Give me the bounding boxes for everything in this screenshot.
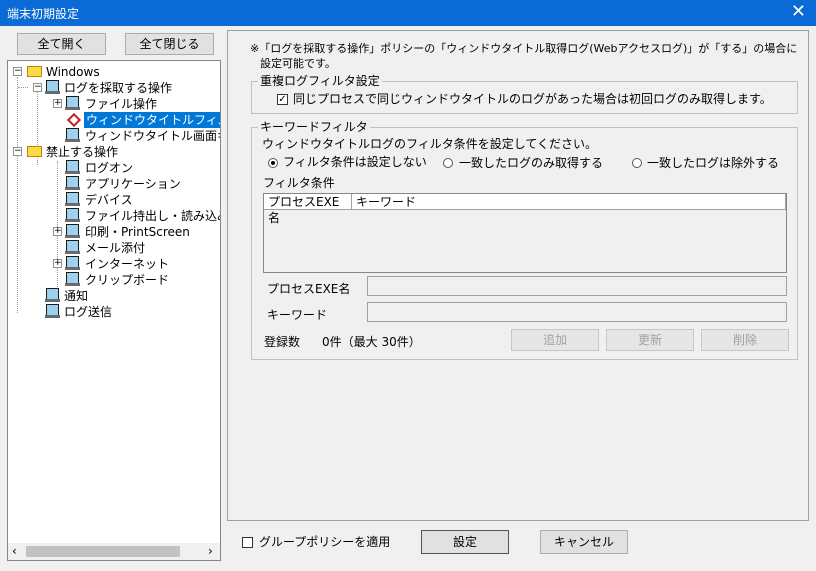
dup-filter-checkbox[interactable]: ✓ <box>277 94 288 105</box>
tree-horizontal-scrollbar[interactable]: ‹ › <box>8 543 220 560</box>
exe-name-label: プロセスEXE名 <box>267 282 351 296</box>
radio-match-only-label: 一致したログのみ取得する <box>459 156 604 170</box>
tree-item-log-ops[interactable]: ログを採取する操作 <box>64 80 172 96</box>
collapse-toggle-icon[interactable]: − <box>13 147 22 156</box>
exe-name-input[interactable] <box>367 276 787 296</box>
expand-toggle-icon[interactable]: + <box>53 259 62 268</box>
tree-line <box>17 77 18 313</box>
computer-icon <box>65 208 80 222</box>
expand-all-button[interactable]: 全て開く <box>17 33 106 55</box>
tree-item-notify[interactable]: 通知 <box>64 288 88 304</box>
tree-item-prohibited-ops[interactable]: 禁止する操作 <box>46 144 118 160</box>
close-icon[interactable]: ✕ <box>791 2 806 22</box>
group-policy-checkbox[interactable] <box>242 537 253 548</box>
computer-icon <box>65 192 80 206</box>
tree-item-print[interactable]: 印刷・PrintScreen <box>85 224 190 240</box>
scroll-left-icon[interactable]: ‹ <box>12 544 17 558</box>
collapse-toggle-icon[interactable]: − <box>13 67 22 76</box>
computer-icon <box>65 240 80 254</box>
tree-line <box>57 161 58 289</box>
tree-item-log-send[interactable]: ログ送信 <box>64 304 112 320</box>
computer-icon <box>45 304 60 318</box>
registered-count-label: 登録数 <box>264 335 301 349</box>
collapse-toggle-icon[interactable]: − <box>33 83 42 92</box>
dup-filter-group: 重複ログフィルタ設定 ✓ 同じプロセスで同じウィンドウタイトルのログがあった場合… <box>251 74 798 114</box>
computer-icon <box>45 288 60 302</box>
computer-icon <box>65 128 80 142</box>
keyword-filter-group: キーワードフィルタ ウィンドウタイトルログのフィルタ条件を設定してください。 フ… <box>251 120 798 360</box>
dup-filter-label: 同じプロセスで同じウィンドウタイトルのログがあった場合は初回ログのみ取得します。 <box>293 92 772 106</box>
tree-item-file-ops[interactable]: ファイル操作 <box>85 96 157 112</box>
tree-item-device[interactable]: デバイス <box>85 192 133 208</box>
dup-filter-group-title: 重複ログフィルタ設定 <box>258 74 382 88</box>
computer-icon <box>65 256 80 270</box>
expand-toggle-icon[interactable]: + <box>53 227 62 236</box>
folder-icon <box>27 66 42 77</box>
main-panel: ※「ログを採取する操作」ポリシーの「ウィンドウタイトル取得ログ(Webアクセスロ… <box>227 30 809 521</box>
computer-icon <box>65 160 80 174</box>
tree-item-window-title-screen[interactable]: ウィンドウタイトル画面キャ <box>85 128 220 144</box>
tree-item-application[interactable]: アプリケーション <box>85 176 181 192</box>
tree-item-clipboard[interactable]: クリップボード <box>85 272 169 288</box>
column-header-keyword[interactable]: キーワード <box>352 194 786 210</box>
filter-conditions-table[interactable]: プロセスEXE名 キーワード <box>263 193 787 273</box>
keyword-label: キーワード <box>267 308 328 322</box>
tree-item-windows[interactable]: Windows <box>46 64 100 80</box>
tree-item-window-title-filter[interactable]: ウィンドウタイトルフィルタ <box>84 112 220 128</box>
computer-icon <box>65 272 80 286</box>
note-line-2: 設定可能です。 <box>260 57 336 70</box>
title-bar: 端末初期設定 ✕ <box>0 0 816 26</box>
tree-item-logon[interactable]: ログオン <box>85 160 133 176</box>
radio-no-filter[interactable] <box>268 158 278 168</box>
column-header-exe[interactable]: プロセスEXE名 <box>264 194 352 225</box>
radio-exclude-label: 一致したログは除外する <box>647 156 780 170</box>
keyword-filter-group-title: キーワードフィルタ <box>258 120 370 134</box>
settings-tree[interactable]: − Windows − ログを採取する操作 + ファイル操作 ウィンドウタイトル… <box>7 60 221 561</box>
filter-conditions-label: フィルタ条件 <box>263 176 335 190</box>
note-line-1: ※「ログを採取する操作」ポリシーの「ウィンドウタイトル取得ログ(Webアクセスロ… <box>250 42 798 55</box>
keyword-input[interactable] <box>367 302 787 322</box>
scroll-right-icon[interactable]: › <box>208 544 213 558</box>
expand-toggle-icon[interactable]: + <box>53 99 62 108</box>
update-button[interactable]: 更新 <box>606 329 694 351</box>
filter-diamond-icon <box>66 112 82 128</box>
registered-count-value: 0件（最大 30件） <box>322 335 421 349</box>
computer-icon <box>65 176 80 190</box>
computer-icon <box>45 80 60 94</box>
tree-item-mail[interactable]: メール添付 <box>85 240 145 256</box>
delete-button[interactable]: 削除 <box>701 329 789 351</box>
computer-icon <box>65 224 80 238</box>
add-button[interactable]: 追加 <box>511 329 599 351</box>
tree-item-file-io[interactable]: ファイル持出し・読み込み <box>85 208 220 224</box>
radio-no-filter-label: フィルタ条件は設定しない <box>283 155 427 169</box>
keyword-filter-desc: ウィンドウタイトルログのフィルタ条件を設定してください。 <box>262 137 598 151</box>
set-button[interactable]: 設定 <box>421 530 509 554</box>
radio-exclude[interactable] <box>632 158 642 168</box>
tree-item-internet[interactable]: インターネット <box>85 256 169 272</box>
group-policy-label: グループポリシーを適用 <box>259 535 391 549</box>
scrollbar-thumb[interactable] <box>26 546 180 557</box>
cancel-button[interactable]: キャンセル <box>540 530 628 554</box>
radio-match-only[interactable] <box>443 158 453 168</box>
folder-icon <box>27 146 42 157</box>
tree-line <box>18 87 28 88</box>
collapse-all-button[interactable]: 全て閉じる <box>125 33 214 55</box>
window-title: 端末初期設定 <box>7 7 80 21</box>
computer-icon <box>65 96 80 110</box>
